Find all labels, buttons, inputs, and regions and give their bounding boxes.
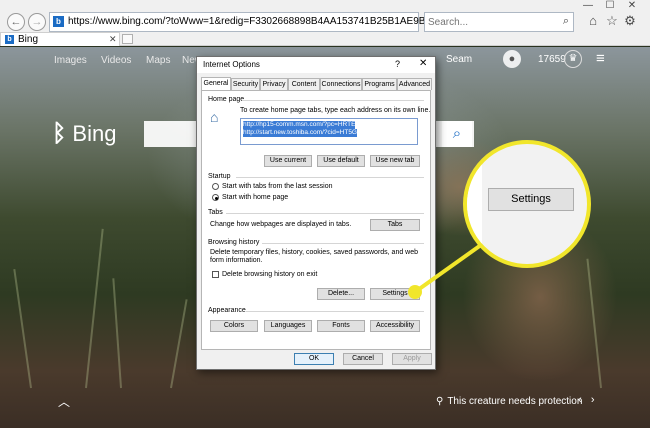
cancel-button[interactable]: Cancel bbox=[343, 353, 383, 365]
tabs-description: Change how webpages are displayed in tab… bbox=[210, 221, 352, 228]
home-page-urls-textarea[interactable]: http://hp15-comm.msn.com/?pc=HRTE http:/… bbox=[240, 118, 418, 145]
startup-last-session-label[interactable]: Start with tabs from the last session bbox=[222, 183, 333, 191]
grass-decoration bbox=[586, 258, 602, 389]
bing-logo-text: Bing bbox=[72, 121, 117, 146]
dialog-title: Internet Options bbox=[203, 60, 260, 69]
tab-privacy[interactable]: Privacy bbox=[260, 78, 288, 90]
delete-button[interactable]: Delete... bbox=[317, 288, 365, 300]
bing-favicon-icon: b bbox=[5, 35, 14, 44]
favorites-star-icon[interactable]: ☆ bbox=[604, 13, 620, 29]
maximize-icon[interactable]: ☐ bbox=[602, 0, 618, 12]
avatar[interactable]: ● bbox=[503, 50, 521, 68]
appearance-heading: Appearance bbox=[208, 307, 246, 314]
colors-button[interactable]: Colors bbox=[210, 320, 258, 332]
section-divider bbox=[226, 213, 424, 214]
home-page-heading: Home page bbox=[208, 96, 245, 103]
location-pin-icon: ⚲ bbox=[436, 396, 444, 407]
minimize-icon[interactable]: — bbox=[580, 0, 596, 12]
home-page-url-1: http://hp15-comm.msn.com/?pc=HRTE bbox=[243, 121, 356, 129]
chevron-left-icon[interactable]: ‹ bbox=[578, 394, 582, 406]
tab-connections[interactable]: Connections bbox=[320, 78, 362, 90]
general-tab-panel: Home page ⌂ To create home page tabs, ty… bbox=[201, 90, 431, 350]
use-current-button[interactable]: Use current bbox=[264, 155, 312, 167]
tab-programs[interactable]: Programs bbox=[362, 78, 397, 90]
fonts-button[interactable]: Fonts bbox=[317, 320, 365, 332]
browser-tab-title: Bing bbox=[18, 34, 39, 45]
browser-search-input[interactable] bbox=[428, 15, 548, 29]
home-page-url-2: http://start.new.toshiba.com/?cid=HT5G bbox=[243, 129, 357, 137]
languages-button[interactable]: Languages bbox=[264, 320, 312, 332]
home-page-icon: ⌂ bbox=[210, 109, 219, 125]
section-divider bbox=[246, 311, 424, 312]
bing-nav-maps[interactable]: Maps bbox=[146, 55, 170, 66]
callout-magnifier: Settings bbox=[463, 140, 591, 268]
tabs-heading: Tabs bbox=[208, 209, 223, 216]
tabs-button[interactable]: Tabs bbox=[370, 219, 420, 231]
delete-on-exit-checkbox[interactable] bbox=[212, 271, 219, 278]
hamburger-menu-icon[interactable]: ≡ bbox=[596, 50, 605, 67]
trophy-icon[interactable]: ♛ bbox=[564, 50, 582, 68]
grass-decoration bbox=[85, 228, 104, 389]
apply-button[interactable]: Apply bbox=[392, 353, 432, 365]
user-area: Seam ● 17659 ♛ ≡ bbox=[446, 50, 646, 72]
help-icon[interactable]: ? bbox=[395, 59, 400, 69]
tab-row: b Bing ✕ bbox=[0, 32, 650, 46]
use-default-button[interactable]: Use default bbox=[317, 155, 365, 167]
startup-last-session-radio[interactable] bbox=[212, 183, 219, 190]
browser-tab-bing[interactable]: b Bing ✕ bbox=[0, 32, 120, 46]
startup-home-page-radio[interactable] bbox=[212, 194, 219, 201]
grass-decoration bbox=[170, 299, 188, 389]
address-bar[interactable]: b https://www.bing.com/?toWww=1&redig=F3… bbox=[49, 12, 425, 32]
bing-b-icon: ᛒ bbox=[52, 120, 67, 147]
new-tab-button[interactable] bbox=[122, 34, 133, 44]
grass-decoration bbox=[13, 269, 32, 389]
section-divider bbox=[262, 243, 424, 244]
startup-heading: Startup bbox=[208, 173, 231, 180]
rewards-count[interactable]: 17659 bbox=[538, 54, 566, 65]
callout-dot bbox=[408, 285, 422, 299]
site-favicon-icon: b bbox=[53, 16, 64, 27]
dialog-titlebar: Internet Options ? ✕ bbox=[197, 57, 435, 73]
callout-settings-button: Settings bbox=[488, 188, 574, 211]
grass-decoration bbox=[112, 278, 122, 389]
delete-on-exit-label[interactable]: Delete browsing history on exit bbox=[222, 271, 317, 279]
user-name[interactable]: Seam bbox=[446, 54, 472, 65]
browsing-history-heading: Browsing history bbox=[208, 239, 260, 246]
browsing-history-description-2: form information. bbox=[210, 257, 263, 264]
back-icon[interactable]: ← bbox=[7, 13, 25, 31]
ok-button[interactable]: OK bbox=[294, 353, 334, 365]
tab-security[interactable]: Security bbox=[231, 78, 260, 90]
bing-nav-images[interactable]: Images bbox=[54, 55, 87, 66]
section-divider bbox=[236, 177, 424, 178]
chevron-up-icon[interactable]: ︿ bbox=[58, 393, 70, 410]
image-caption-text: This creature needs protection bbox=[447, 396, 583, 407]
tab-close-icon[interactable]: ✕ bbox=[109, 34, 117, 45]
section-divider bbox=[242, 100, 424, 101]
tab-content[interactable]: Content bbox=[288, 78, 320, 90]
close-icon[interactable]: ✕ bbox=[419, 58, 427, 69]
bing-logo: ᛒ Bing bbox=[52, 120, 116, 148]
close-window-icon[interactable]: ✕ bbox=[624, 0, 640, 12]
browser-chrome: — ☐ ✕ ← → b https://www.bing.com/?toWww=… bbox=[0, 0, 650, 46]
browser-search-box[interactable]: ⌕ bbox=[424, 12, 574, 32]
home-icon[interactable]: ⌂ bbox=[585, 13, 601, 29]
home-page-instruction: To create home page tabs, type each addr… bbox=[240, 107, 431, 114]
gear-icon[interactable]: ⚙ bbox=[622, 13, 638, 29]
image-nav-arrows: ‹ › bbox=[578, 394, 595, 406]
accessibility-button[interactable]: Accessibility bbox=[370, 320, 420, 332]
browsing-history-description-1: Delete temporary files, history, cookies… bbox=[210, 249, 419, 256]
use-new-tab-button[interactable]: Use new tab bbox=[370, 155, 420, 167]
tab-general[interactable]: General bbox=[201, 77, 231, 91]
internet-options-dialog: Internet Options ? ✕ General Security Pr… bbox=[196, 56, 436, 370]
magnifier-panel-edge bbox=[467, 144, 482, 264]
search-icon[interactable]: ⌕ bbox=[563, 15, 569, 28]
address-row: ← → b https://www.bing.com/?toWww=1&redi… bbox=[0, 12, 650, 32]
image-caption[interactable]: ⚲ This creature needs protection bbox=[436, 396, 582, 407]
tab-advanced[interactable]: Advanced bbox=[397, 78, 432, 90]
address-url: https://www.bing.com/?toWww=1&redig=F330… bbox=[68, 16, 426, 27]
bing-nav-videos[interactable]: Videos bbox=[101, 55, 131, 66]
chevron-right-icon[interactable]: › bbox=[591, 394, 595, 406]
forward-icon[interactable]: → bbox=[28, 13, 46, 31]
startup-home-page-label[interactable]: Start with home page bbox=[222, 194, 288, 202]
